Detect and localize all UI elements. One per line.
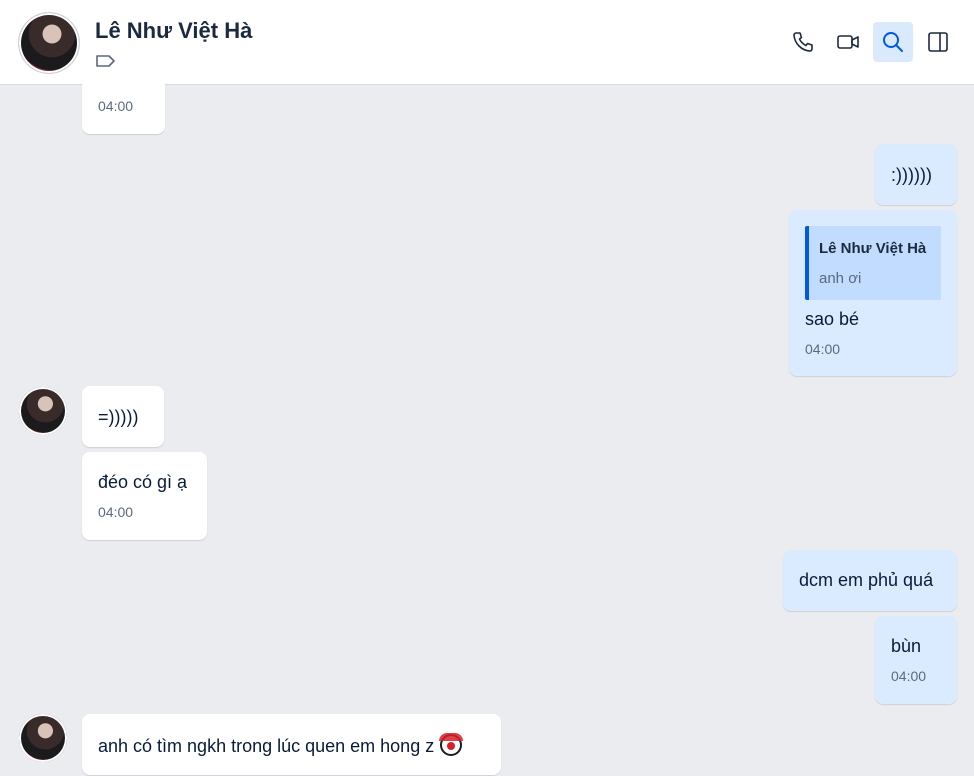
message-text: :))))))	[891, 165, 932, 185]
sender-avatar[interactable]	[19, 387, 67, 435]
search-button[interactable]	[873, 22, 913, 62]
tag-icon[interactable]	[95, 53, 117, 69]
message-text: dcm em phủ quá	[799, 570, 934, 590]
toggle-info-panel-button[interactable]	[918, 22, 958, 62]
message-bubble-outgoing[interactable]: :))))))	[875, 144, 957, 205]
quoted-sender-name: Lê Như Việt Hà	[819, 240, 927, 257]
message-text: anh có tìm ngkh trong lúc quen em hong z	[98, 736, 435, 756]
message-bubble-incoming[interactable]: anh có tìm ngkh trong lúc quen em hong z	[82, 714, 501, 775]
clown-face-emoji-icon	[439, 733, 464, 756]
sender-avatar[interactable]	[19, 714, 67, 762]
message-text: đéo có gì ạ	[98, 472, 188, 492]
quoted-text: anh ơi	[819, 270, 862, 287]
call-button[interactable]	[783, 22, 823, 62]
search-icon	[883, 32, 903, 52]
message-bubble-outgoing-reply[interactable]: Lê Như Việt Hà anh ơi sao bé 04:00	[789, 210, 957, 376]
message-text: sao bé	[805, 309, 860, 329]
message-time: 04:00	[98, 98, 134, 114]
contact-avatar[interactable]	[19, 13, 79, 73]
phone-icon	[793, 32, 813, 52]
message-bubble-outgoing[interactable]: bùn 04:00	[875, 616, 957, 704]
message-bubble-incoming[interactable]: 04:00	[82, 78, 165, 134]
message-time: 04:00	[891, 668, 927, 684]
chat-header: Lê Như Việt Hà	[0, 0, 974, 85]
quoted-message[interactable]: Lê Như Việt Hà anh ơi	[805, 226, 941, 300]
message-time: 04:00	[805, 341, 841, 357]
sidebar-toggle-icon	[928, 32, 948, 52]
message-bubble-outgoing[interactable]: dcm em phủ quá	[783, 550, 957, 611]
video-camera-icon	[837, 35, 859, 49]
contact-name[interactable]: Lê Như Việt Hà	[95, 18, 252, 44]
message-bubble-incoming[interactable]: =)))))	[82, 386, 164, 447]
message-time: 04:00	[98, 504, 134, 520]
video-call-button[interactable]	[828, 22, 868, 62]
message-text: =)))))	[98, 407, 139, 427]
message-bubble-incoming[interactable]: đéo có gì ạ 04:00	[82, 452, 207, 540]
message-text: bùn	[891, 636, 922, 656]
